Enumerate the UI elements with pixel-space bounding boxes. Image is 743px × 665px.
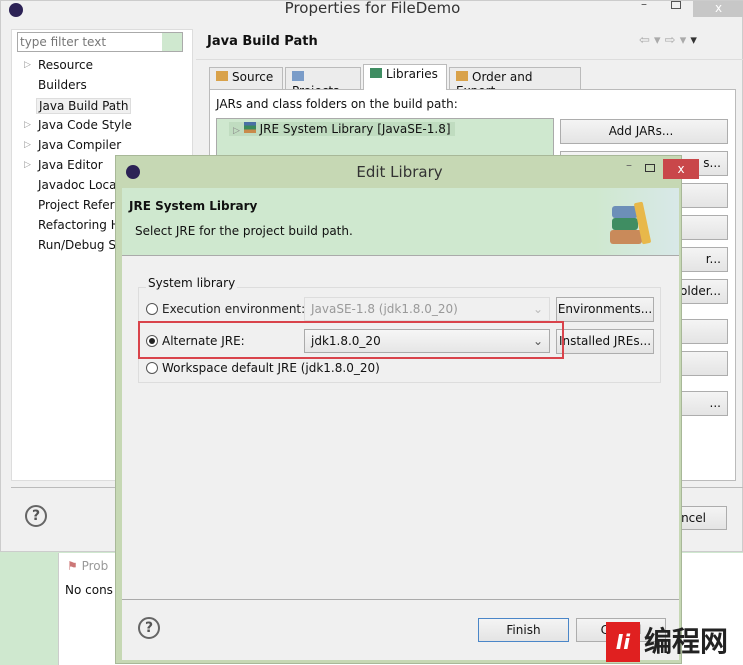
installed-jres-button[interactable]: Installed JREs... [556,329,654,354]
divider [122,599,679,600]
minimize-button[interactable]: – [641,0,647,11]
tab-source[interactable]: Source [209,67,283,89]
tree-item[interactable]: ▷ Java Compiler [24,138,121,152]
library-icon [370,68,382,78]
tree-item[interactable]: Run/Debug S [38,238,116,252]
clear-filter-icon[interactable] [162,33,182,51]
library-entry[interactable]: ▷ JRE System Library [JavaSE-1.8] [229,122,455,136]
maximize-button[interactable] [645,164,655,172]
expand-icon[interactable]: ▷ [24,60,31,70]
tab-libraries[interactable]: Libraries [363,64,447,90]
expand-icon[interactable]: ▷ [24,120,31,130]
watermark-logo: Ii 编程网 [606,620,743,665]
tree-item[interactable]: Builders [38,78,87,92]
folder-icon [292,71,304,81]
minimize-button[interactable]: – [626,158,632,172]
library-books-icon [610,201,652,246]
expand-icon[interactable]: ▷ [24,160,31,170]
tab-projects[interactable]: Projects [285,67,361,98]
tree-item[interactable]: ▷ Java Editor [24,158,103,172]
execution-environment-combo[interactable]: JavaSE-1.8 (jdk1.8.0_20) ⌄ [304,297,550,321]
jars-label: JARs and class folders on the build path… [216,97,458,111]
close-button[interactable]: x [663,159,699,179]
header-description: Select JRE for the project build path. [135,224,353,238]
dialog-header: JRE System Library Select JRE for the pr… [122,188,679,256]
finish-button[interactable]: Finish [478,618,569,642]
window-title: Properties for FileDemo [284,0,461,17]
expand-icon[interactable]: ▷ [24,140,31,150]
tab-order-and-export[interactable]: Order and Export [449,67,581,98]
environments-button[interactable]: Environments... [556,297,654,322]
tree-item[interactable]: Project Refer [38,198,115,212]
close-button[interactable]: x [693,1,743,17]
divider [196,59,743,60]
tree-item[interactable]: Javadoc Loca [38,178,117,192]
tree-item[interactable]: ▷ Resource [24,58,93,72]
workspace-default-radio[interactable]: Workspace default JRE (jdk1.8.0_20) [146,361,380,375]
help-icon[interactable]: ? [25,505,47,527]
filter-input[interactable]: type filter text [17,32,183,52]
tree-item[interactable]: ▷ Java Code Style [24,118,132,132]
execution-environment-radio[interactable]: Execution environment: [146,302,305,316]
dialog-content: JRE System Library Select JRE for the pr… [122,188,679,660]
radio-icon [146,303,158,315]
problems-tab[interactable]: ⚑ Prob [67,559,108,573]
side-button[interactable]: Add JARs... [560,119,728,144]
chevron-down-icon: ⌄ [532,302,543,316]
group-label: System library [146,276,238,290]
header-title: JRE System Library [129,199,258,213]
edit-library-dialog: Edit Library – x JRE System Library Sele… [115,155,699,664]
dialog-title: Edit Library [356,163,443,181]
page-title: Java Build Path [207,34,318,49]
problems-text: No cons [65,583,113,597]
library-icon [243,122,256,133]
help-icon[interactable]: ? [138,617,160,639]
maximize-button[interactable] [671,1,681,9]
highlight-rectangle [138,321,564,359]
problems-icon: ⚑ [67,559,78,573]
nav-arrows[interactable]: ⇦ ▾ ⇨ ▾ ▾ [639,33,697,48]
source-folder-icon [216,71,228,81]
order-icon [456,71,468,81]
tree-item[interactable]: Java Build Path [36,98,132,114]
radio-icon [146,362,158,374]
tree-item[interactable]: Refactoring H [38,218,120,232]
expand-icon[interactable]: ▷ [233,126,240,136]
